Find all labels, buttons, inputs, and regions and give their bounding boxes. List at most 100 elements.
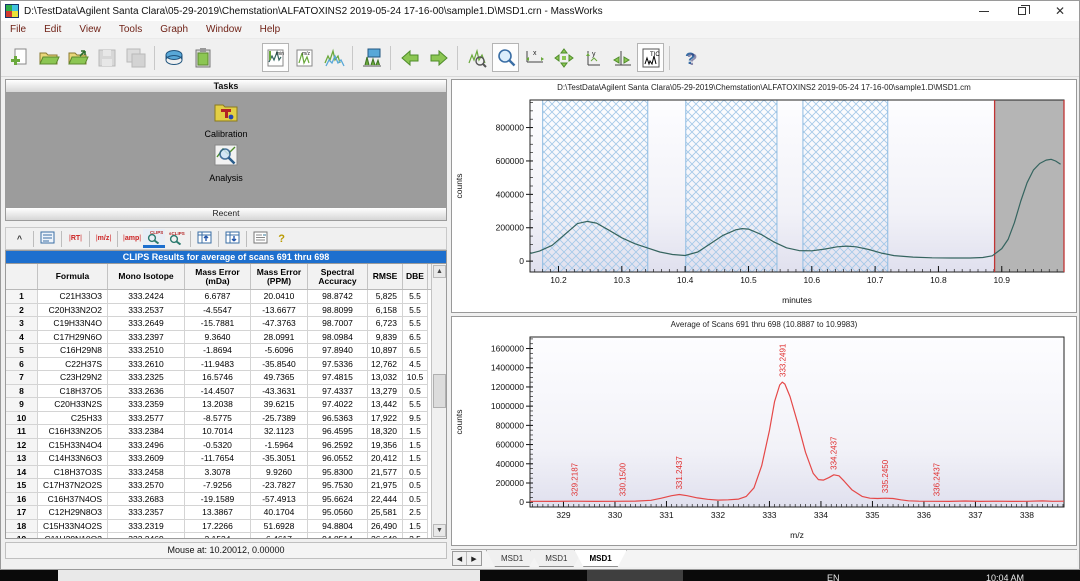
table-row[interactable]: 13C14H33N6O3333.2609-11.7654-35.305196.0… bbox=[6, 452, 446, 466]
task-calibration[interactable]: Calibration bbox=[6, 101, 446, 139]
chromatogram-panel[interactable]: D:\TestData\Agilent Santa Clara\05-29-20… bbox=[451, 79, 1077, 313]
rt-filter-icon: |RT| bbox=[69, 235, 82, 242]
table-row[interactable]: 2C20H33N2O2333.2537-4.5547-13.667798.809… bbox=[6, 304, 446, 318]
restore-button[interactable] bbox=[1003, 1, 1041, 21]
svg-text:x: x bbox=[533, 50, 537, 57]
menu-tools[interactable]: Tools bbox=[110, 22, 151, 37]
calibration-display-button[interactable] bbox=[358, 43, 385, 72]
scroll-down-arrow[interactable]: ▼ bbox=[433, 524, 446, 537]
close-button[interactable]: ✕ bbox=[1041, 1, 1079, 21]
column-header-mass-error[interactable]: Mass Error (PPM) bbox=[251, 264, 308, 289]
table-row[interactable]: 5C16H29N8333.2510-1.8694-5.609697.894010… bbox=[6, 344, 446, 358]
column-header-spectral[interactable]: Spectral Accuracy bbox=[308, 264, 368, 289]
averaged-scan-region[interactable] bbox=[995, 100, 1064, 272]
menu-help[interactable]: Help bbox=[251, 22, 290, 37]
menu-graph[interactable]: Graph bbox=[151, 22, 197, 37]
table-row[interactable]: 12C15H33N4O4333.2496-0.5320-1.596496.259… bbox=[6, 439, 446, 453]
doc-tab-msd1-1[interactable]: MSD1 bbox=[530, 550, 582, 567]
table-row[interactable]: 14C18H37O3S333.24583.30789.926095.830021… bbox=[6, 466, 446, 480]
open-data-button[interactable] bbox=[64, 43, 91, 72]
chromatogram-view-button[interactable]: min bbox=[262, 43, 289, 72]
taskbar-app-segment[interactable] bbox=[587, 570, 683, 581]
spectrum-panel[interactable]: Average of Scans 691 thru 698 (10.8887 t… bbox=[451, 316, 1077, 546]
save-button bbox=[93, 43, 120, 72]
cell: 98.0984 bbox=[308, 331, 368, 345]
rt-filter-button[interactable]: |RT| bbox=[65, 229, 86, 248]
table-row[interactable]: 6C22H37S333.2610-11.9483-35.854097.53361… bbox=[6, 358, 446, 372]
doc-tab-msd1-2[interactable]: MSD1 bbox=[574, 550, 626, 567]
table-row[interactable]: 15C17H37N2O2S333.2570-7.9256-23.782795.7… bbox=[6, 479, 446, 493]
back-button[interactable] bbox=[396, 43, 423, 72]
collapse-button[interactable]: ^ bbox=[9, 229, 30, 248]
scroll-thumb[interactable] bbox=[433, 374, 446, 408]
table-prev-button[interactable] bbox=[194, 229, 215, 248]
zoom-tool-button[interactable] bbox=[492, 43, 519, 72]
table-row[interactable]: 4C17H29N6O333.23979.364028.099198.09849,… bbox=[6, 331, 446, 345]
zoom-y-button[interactable]: y bbox=[579, 43, 606, 72]
taskbar-window-segment[interactable] bbox=[58, 570, 480, 581]
table-row[interactable]: 16C16H37N4OS333.2683-19.1589-57.491395.6… bbox=[6, 493, 446, 507]
new-file-button[interactable] bbox=[6, 43, 33, 72]
mz-filter-button[interactable]: |m/z| bbox=[93, 229, 114, 248]
cell: 96.2592 bbox=[308, 439, 368, 453]
tab-scroll-left[interactable]: ◀ bbox=[453, 552, 467, 565]
cell: 18,320 bbox=[368, 425, 403, 439]
chromatogram-plot[interactable]: 10.210.310.410.510.610.710.810.902000004… bbox=[452, 92, 1074, 306]
zoom-x-button[interactable]: x bbox=[521, 43, 548, 72]
table-row[interactable]: 7C23H29N2333.232516.574649.736597.481513… bbox=[6, 371, 446, 385]
amp-filter-button[interactable]: |amp| bbox=[121, 229, 143, 248]
forward-button[interactable] bbox=[425, 43, 452, 72]
paste-clipboard-button[interactable] bbox=[189, 43, 216, 72]
shift-axis-button[interactable] bbox=[608, 43, 635, 72]
table-next-button[interactable] bbox=[222, 229, 243, 248]
pan-button[interactable] bbox=[550, 43, 577, 72]
column-header-rmse[interactable]: RMSE bbox=[368, 264, 403, 289]
table-row[interactable]: 17C12H29N8O3333.235713.386740.170495.056… bbox=[6, 506, 446, 520]
menu-bar: FileEditViewToolsGraphWindowHelp bbox=[1, 21, 1079, 39]
doc-tab-msd1-0[interactable]: MSD1 bbox=[486, 550, 538, 567]
menu-window[interactable]: Window bbox=[197, 22, 251, 37]
table-row[interactable]: 10C25H33333.2577-8.5775-25.738996.536317… bbox=[6, 412, 446, 426]
menu-file[interactable]: File bbox=[1, 22, 35, 37]
table-row[interactable]: 3C19H33N4O333.2649-15.7881-47.376398.700… bbox=[6, 317, 446, 331]
task-analysis[interactable]: Analysis bbox=[6, 143, 446, 183]
overlay-view-button[interactable] bbox=[320, 43, 347, 72]
grid-options-button[interactable] bbox=[37, 229, 58, 248]
left-pane: Tasks CalibrationAnalysis Recent ^|RT||m… bbox=[5, 79, 447, 569]
menu-view[interactable]: View bbox=[70, 22, 110, 37]
column-header-dbe[interactable]: DBE bbox=[403, 264, 428, 289]
cell: -14.4507 bbox=[185, 385, 251, 399]
recent-header[interactable]: Recent bbox=[5, 208, 447, 221]
tab-scroll-right[interactable]: ▶ bbox=[467, 552, 481, 565]
spectrum-view-button[interactable]: m/z bbox=[291, 43, 318, 72]
tic-view-button[interactable]: TIC bbox=[637, 43, 664, 72]
table-row[interactable]: 8C18H37O5333.2636-14.4507-43.363197.4337… bbox=[6, 385, 446, 399]
table-scrollbar[interactable]: ▲ ▼ bbox=[431, 264, 446, 538]
open-file-button[interactable] bbox=[35, 43, 62, 72]
help-button[interactable]: ?? bbox=[675, 43, 702, 72]
help-grid-button[interactable]: ? bbox=[271, 229, 292, 248]
table-row[interactable]: 11C16H33N2O5333.238410.701432.112396.459… bbox=[6, 425, 446, 439]
sclips-search-button[interactable]: sCLIPS bbox=[165, 229, 187, 248]
column-header-mono-isotope[interactable]: Mono Isotope bbox=[108, 264, 185, 289]
column-header-mass-error[interactable]: Mass Error (mDa) bbox=[185, 264, 251, 289]
rotate-3d-button[interactable] bbox=[160, 43, 187, 72]
scroll-up-arrow[interactable]: ▲ bbox=[433, 265, 446, 278]
taskbar-language[interactable]: EN bbox=[827, 573, 840, 581]
table-row[interactable]: 18C15H33N4O2S333.231917.226651.692894.88… bbox=[6, 520, 446, 534]
spectrum-plot[interactable]: 3293303313323333343353363373380200000400… bbox=[452, 329, 1074, 541]
cell: 13,279 bbox=[368, 385, 403, 399]
table-row[interactable]: 1C21H33O3333.24246.678720.041098.87425,8… bbox=[6, 290, 446, 304]
clips-search-button[interactable]: CLIPS bbox=[143, 229, 165, 248]
taskbar-clock[interactable]: 10:04 AM bbox=[986, 573, 1024, 581]
minimize-button[interactable] bbox=[965, 1, 1003, 21]
svg-text:336: 336 bbox=[917, 510, 931, 520]
report-form-button[interactable] bbox=[250, 229, 271, 248]
table-row[interactable]: 9C20H33N2S333.235913.203839.621597.40221… bbox=[6, 398, 446, 412]
table-row[interactable]: 19C11H29N10O2333.24692.15346.461794.8514… bbox=[6, 533, 446, 539]
reset-zoom-button[interactable] bbox=[463, 43, 490, 72]
selection-region[interactable] bbox=[686, 100, 777, 272]
menu-edit[interactable]: Edit bbox=[35, 22, 70, 37]
selection-region[interactable] bbox=[543, 100, 648, 272]
column-header-formula[interactable]: Formula bbox=[38, 264, 108, 289]
